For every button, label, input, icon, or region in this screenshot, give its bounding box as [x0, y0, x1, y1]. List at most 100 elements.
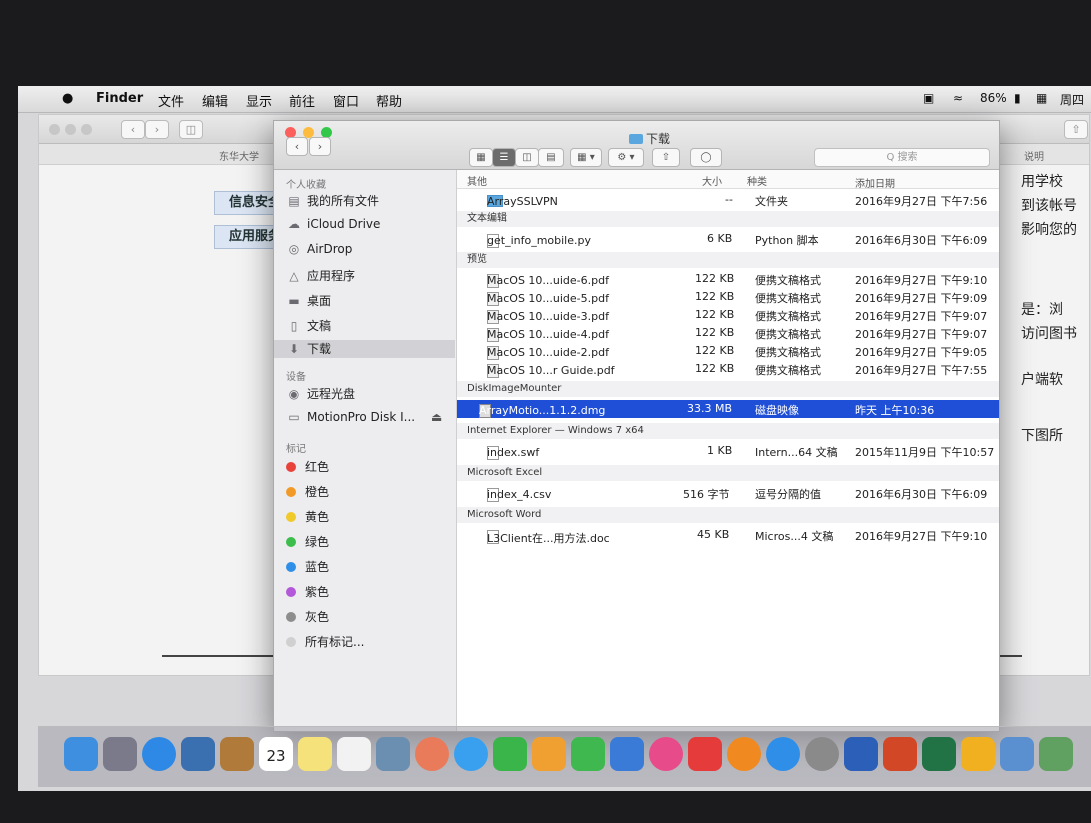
- file-row[interactable]: L3Client在...用方法.doc 45 KB Micros...4 文稿 …: [457, 526, 999, 545]
- input-source-icon[interactable]: ▦: [1036, 91, 1047, 105]
- sidebar-item-airdrop[interactable]: ◎ AirDrop: [286, 242, 451, 260]
- menu-edit[interactable]: 编辑: [202, 91, 228, 110]
- share-button[interactable]: ⇧: [652, 148, 680, 167]
- menu-app-name[interactable]: Finder: [96, 91, 143, 106]
- file-row[interactable]: index_4.csv 516 字节 逗号分隔的值 2016年6月30日 下午6…: [457, 484, 999, 502]
- column-size[interactable]: 大小: [702, 173, 722, 188]
- preview-icon[interactable]: [181, 737, 215, 771]
- bg-text-line: 是：浏: [1021, 302, 1063, 318]
- itunes-icon[interactable]: [649, 737, 683, 771]
- file-size: 45 KB: [697, 528, 730, 541]
- sidebar-tag-gray[interactable]: 灰色: [286, 608, 451, 626]
- sidebar-tag-green[interactable]: 绿色: [286, 533, 451, 551]
- menu-view[interactable]: 显示: [246, 91, 272, 110]
- sidebar-tag-purple[interactable]: 紫色: [286, 583, 451, 601]
- bg-minimize-button[interactable]: [65, 124, 76, 135]
- messages-icon[interactable]: [454, 737, 488, 771]
- keynote-icon[interactable]: [610, 737, 644, 771]
- file-row-selected[interactable]: ArrayMotio...1.1.2.dmg 33.3 MB 磁盘映像 昨天 上…: [457, 400, 999, 418]
- menu-help[interactable]: 帮助: [376, 91, 402, 110]
- bg-forward-button[interactable]: ›: [145, 120, 169, 139]
- system-preferences-icon[interactable]: [805, 737, 839, 771]
- file-row[interactable]: MacOS 10...uide-6.pdf 122 KB 便携文稿格式 2016…: [457, 270, 999, 288]
- menu-go[interactable]: 前往: [289, 91, 315, 110]
- app-icon-b[interactable]: [1039, 737, 1073, 771]
- bg-text-line: 访问图书: [1021, 326, 1077, 342]
- file-row[interactable]: MacOS 10...r Guide.pdf 122 KB 便携文稿格式 201…: [457, 360, 999, 378]
- menu-window[interactable]: 窗口: [333, 91, 359, 110]
- bg-close-button[interactable]: [49, 124, 60, 135]
- photos-icon[interactable]: [415, 737, 449, 771]
- menu-clock[interactable]: 周四: [1060, 91, 1084, 108]
- notes-icon[interactable]: [298, 737, 332, 771]
- search-field[interactable]: Q 搜索: [814, 148, 990, 167]
- file-kind: 便携文稿格式: [755, 346, 821, 359]
- sidebar-item-applications[interactable]: △ 应用程序: [286, 267, 451, 285]
- file-size: 1 KB: [707, 444, 733, 457]
- menu-file[interactable]: 文件: [158, 91, 184, 110]
- battery-icon[interactable]: ▮: [1014, 91, 1021, 105]
- word-icon[interactable]: [844, 737, 878, 771]
- contacts-icon[interactable]: [220, 737, 254, 771]
- battery-percent[interactable]: 86%: [980, 91, 1007, 105]
- file-row[interactable]: get_info_mobile.py 6 KB Python 脚本 2016年6…: [457, 230, 999, 248]
- sidebar-tag-all[interactable]: 所有标记...: [286, 633, 451, 651]
- bg-sidebar-button[interactable]: ◫: [179, 120, 203, 139]
- pages-icon[interactable]: [532, 737, 566, 771]
- arrange-button[interactable]: ▦ ▾: [570, 148, 602, 167]
- sidebar-item-documents[interactable]: ▯ 文稿: [286, 317, 451, 335]
- app-store-icon[interactable]: [766, 737, 800, 771]
- numbers-icon[interactable]: [571, 737, 605, 771]
- wifi-icon[interactable]: ≈: [953, 91, 963, 105]
- tags-button[interactable]: ◯: [690, 148, 722, 167]
- sidebar-tag-red[interactable]: 红色: [286, 458, 451, 476]
- sidebar-tag-blue[interactable]: 蓝色: [286, 558, 451, 576]
- background-tab[interactable]: 东华大学: [219, 148, 259, 163]
- excel-icon[interactable]: [922, 737, 956, 771]
- bg-back-button[interactable]: ‹: [121, 120, 145, 139]
- apple-icon[interactable]: ●: [62, 91, 73, 106]
- sidebar-tag-orange[interactable]: 橙色: [286, 483, 451, 501]
- reminders-icon[interactable]: [337, 737, 371, 771]
- photo-booth-icon[interactable]: [376, 737, 410, 771]
- bg-share-button[interactable]: ⇧: [1064, 120, 1088, 139]
- screen-mirror-icon[interactable]: ▣: [923, 91, 934, 105]
- powerpoint-icon[interactable]: [883, 737, 917, 771]
- app-icon-a[interactable]: [1000, 737, 1034, 771]
- file-row[interactable]: ArraySSLVPN -- 文件夹 2016年9月27日 下午7:56: [457, 191, 999, 209]
- sidebar-item-all-files[interactable]: ▤ 我的所有文件: [286, 192, 451, 210]
- group-header: 预览: [457, 252, 999, 268]
- sidebar-item-remote-disc[interactable]: ◉ 远程光盘: [286, 385, 451, 403]
- ibooks-icon[interactable]: [727, 737, 761, 771]
- sidebar-item-icloud[interactable]: ☁ iCloud Drive: [286, 217, 451, 235]
- eject-icon[interactable]: ⏏: [431, 410, 442, 424]
- column-view-button[interactable]: ◫: [515, 148, 539, 167]
- column-name[interactable]: 其他: [467, 173, 487, 188]
- column-date[interactable]: 添加日期: [855, 175, 895, 190]
- icon-view-button[interactable]: ▦: [469, 148, 493, 167]
- app-red-icon[interactable]: [688, 737, 722, 771]
- calendar-icon[interactable]: 23: [259, 737, 293, 771]
- safari-icon[interactable]: [142, 737, 176, 771]
- file-row[interactable]: MacOS 10...uide-2.pdf 122 KB 便携文稿格式 2016…: [457, 342, 999, 360]
- launchpad-icon[interactable]: [103, 737, 137, 771]
- file-row[interactable]: MacOS 10...uide-5.pdf 122 KB 便携文稿格式 2016…: [457, 288, 999, 306]
- sidebar-item-motionpro-disk[interactable]: ▭ MotionPro Disk I... ⏏: [286, 410, 451, 428]
- file-row[interactable]: MacOS 10...uide-4.pdf 122 KB 便携文稿格式 2016…: [457, 324, 999, 342]
- file-row[interactable]: MacOS 10...uide-3.pdf 122 KB 便携文稿格式 2016…: [457, 306, 999, 324]
- sidebar-item-desktop[interactable]: ▬ 桌面: [286, 292, 451, 310]
- list-view-button[interactable]: ☰: [492, 148, 516, 167]
- sidebar-tag-yellow[interactable]: 黄色: [286, 508, 451, 526]
- cover-flow-button[interactable]: ▤: [538, 148, 564, 167]
- facetime-icon[interactable]: [493, 737, 527, 771]
- action-gear-button[interactable]: ⚙ ▾: [608, 148, 644, 167]
- file-row[interactable]: index.swf 1 KB Intern...64 文稿 2015年11月9日…: [457, 442, 999, 460]
- bg-zoom-button[interactable]: [81, 124, 92, 135]
- sidebar-item-downloads[interactable]: ⬇ 下载: [274, 340, 455, 358]
- forward-button[interactable]: ›: [309, 137, 331, 156]
- back-button[interactable]: ‹: [286, 137, 308, 156]
- finder-icon[interactable]: [64, 737, 98, 771]
- outlook-icon[interactable]: [961, 737, 995, 771]
- file-name-text: L3Client在...用方法.doc: [487, 532, 610, 545]
- column-kind[interactable]: 种类: [747, 173, 767, 188]
